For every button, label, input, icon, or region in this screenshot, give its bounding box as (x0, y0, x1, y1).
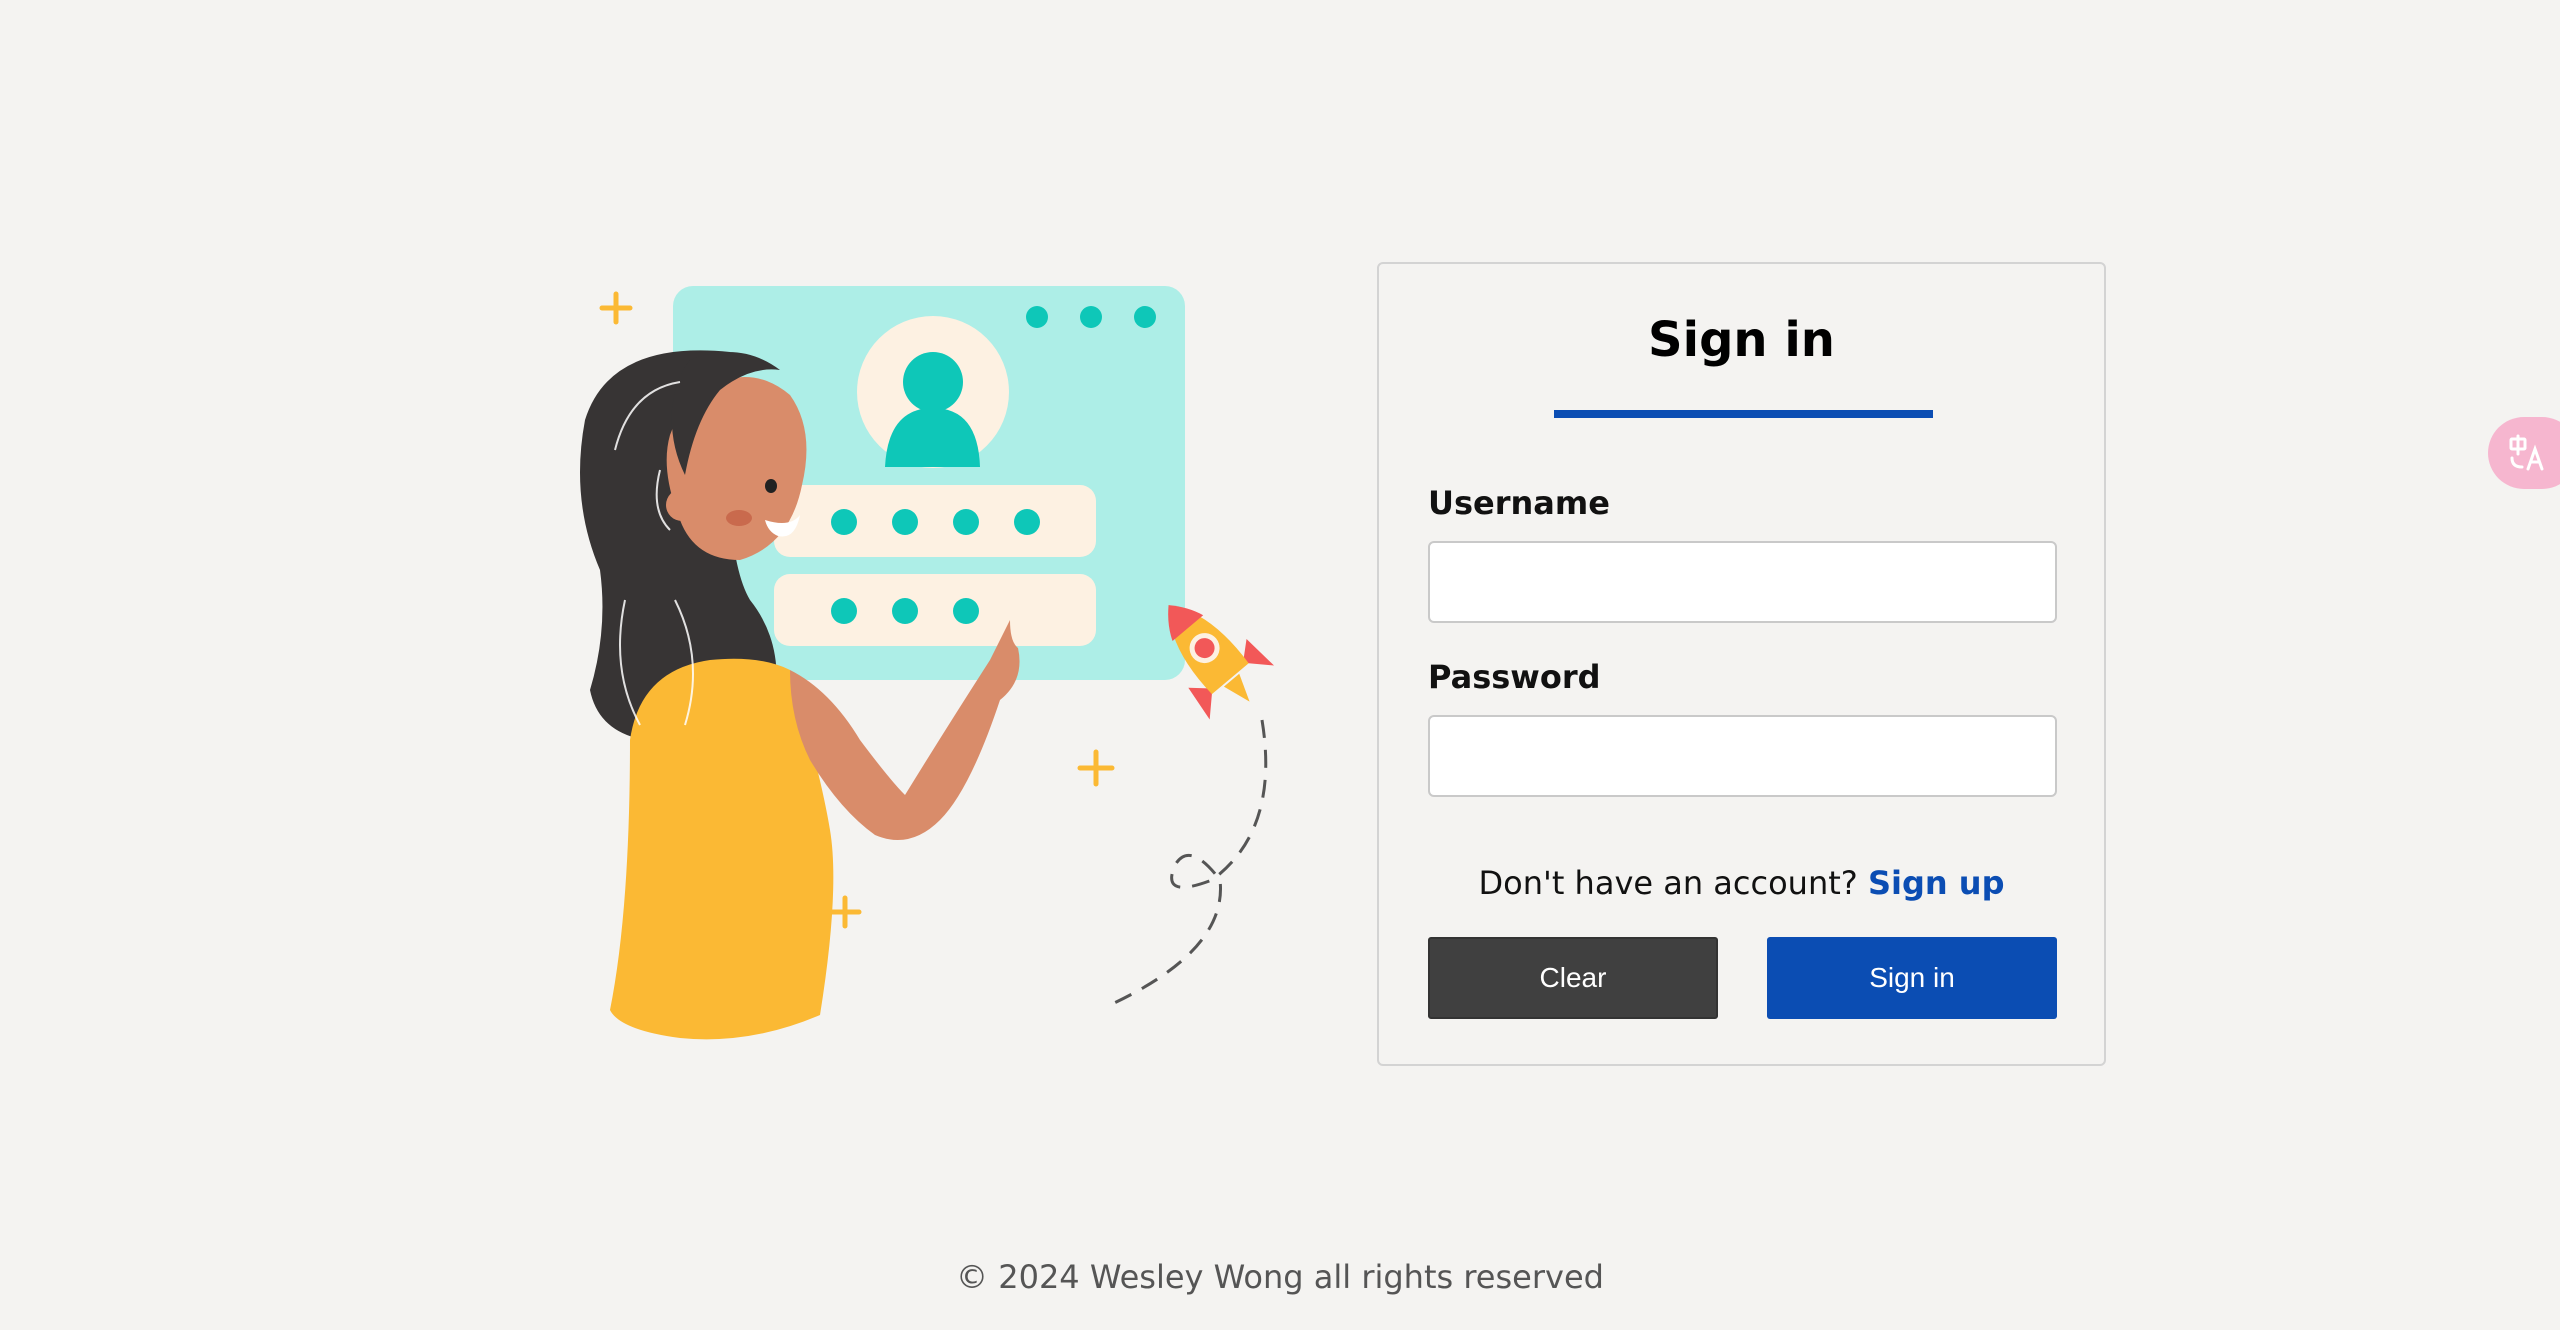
sign-in-page: Sign in Username Password Don't have an … (0, 0, 2560, 1330)
avatar-head (903, 352, 963, 412)
window-dot (1026, 306, 1048, 328)
illustration-field (774, 574, 1096, 646)
username-label: Username (1428, 484, 1610, 522)
username-input[interactable] (1428, 541, 2057, 623)
sign-in-button[interactable]: Sign in (1767, 937, 2057, 1019)
translate-icon (2509, 434, 2544, 471)
illustration-field (774, 485, 1096, 557)
window-dot (1080, 306, 1102, 328)
sign-in-card: Sign in Username Password Don't have an … (1377, 262, 2106, 1066)
sign-in-title: Sign in (1648, 312, 1835, 368)
password-input[interactable] (1428, 715, 2057, 797)
signup-prompt: Don't have an account? Sign up (1379, 864, 2104, 902)
rocket-trail (1109, 719, 1268, 1007)
sign-up-link[interactable]: Sign up (1868, 864, 2005, 902)
title-underline (1554, 410, 1933, 418)
window-dot (1134, 306, 1156, 328)
clear-button[interactable]: Clear (1428, 937, 1718, 1019)
footer-copyright: © 2024 Wesley Wong all rights reserved (956, 1258, 1604, 1296)
translate-widget-button[interactable] (2488, 417, 2560, 489)
login-illustration (580, 286, 1275, 1040)
signup-prompt-text: Don't have an account? (1478, 864, 1858, 902)
ear (666, 489, 698, 521)
password-label: Password (1428, 658, 1601, 696)
blush (726, 510, 752, 526)
eye (765, 479, 777, 493)
